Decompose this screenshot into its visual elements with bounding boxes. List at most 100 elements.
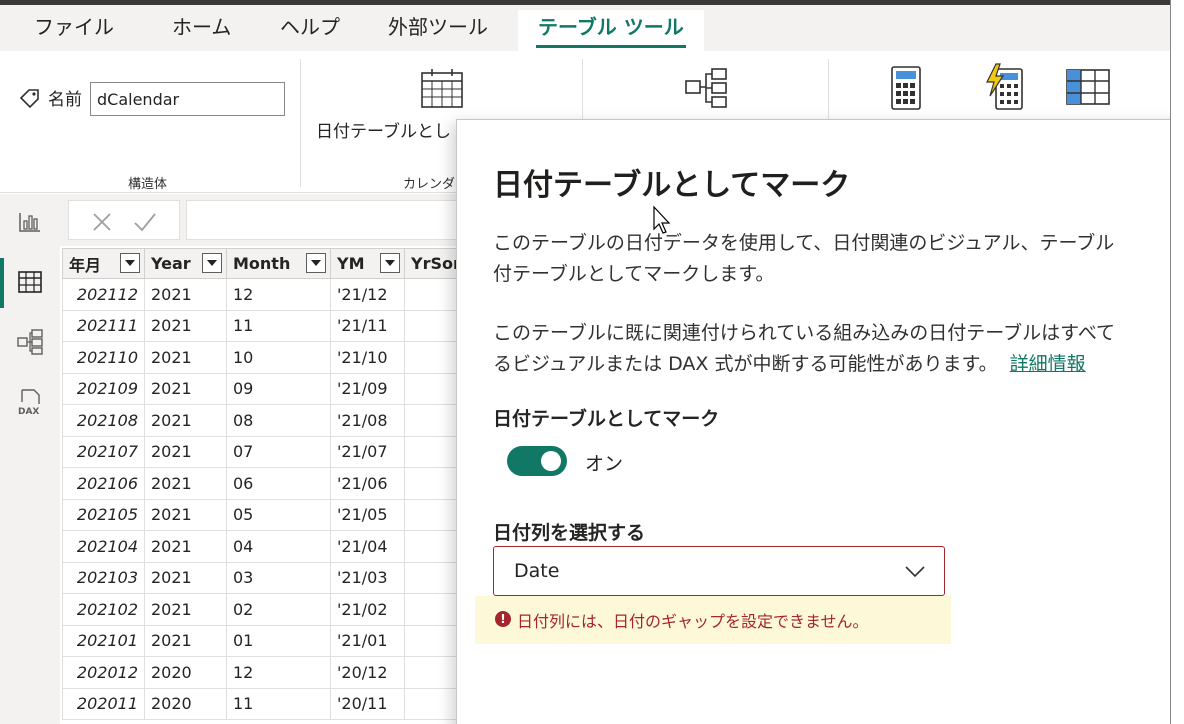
table-cell[interactable]: 2020: [144, 656, 227, 689]
table-icon[interactable]: [1066, 69, 1110, 105]
table-cell[interactable]: 2021: [144, 341, 227, 374]
table-cell[interactable]: 09: [226, 372, 331, 405]
model-view-button[interactable]: [8, 320, 52, 364]
table-cell[interactable]: 11: [226, 687, 331, 720]
table-cell[interactable]: '21/05: [330, 498, 405, 531]
table-cell[interactable]: '21/04: [330, 530, 405, 563]
table-cell[interactable]: 202106: [62, 467, 145, 500]
learn-more-link[interactable]: 詳細情報: [1010, 353, 1086, 375]
table-cell[interactable]: 11: [226, 309, 331, 342]
table-cell[interactable]: 202109: [62, 372, 145, 405]
table-cell[interactable]: [404, 341, 463, 374]
table-cell[interactable]: 08: [226, 404, 331, 437]
table-cell[interactable]: 03: [226, 561, 331, 594]
table-cell[interactable]: [404, 435, 463, 468]
table-cell[interactable]: [404, 530, 463, 563]
table-cell[interactable]: [404, 656, 463, 689]
table-cell[interactable]: 202105: [62, 498, 145, 531]
tab-table-tools[interactable]: テーブル ツール: [518, 10, 704, 51]
table-cell[interactable]: '21/10: [330, 341, 405, 374]
table-cell[interactable]: '21/12: [330, 278, 405, 311]
table-cell[interactable]: 202012: [62, 656, 145, 689]
table-cell[interactable]: '20/11: [330, 687, 405, 720]
table-name-input[interactable]: [90, 82, 285, 116]
table-cell[interactable]: 2020: [144, 687, 227, 720]
mark-as-date-table-toggle[interactable]: [507, 446, 567, 476]
tab-home[interactable]: ホーム: [172, 13, 231, 41]
hierarchy-icon[interactable]: [684, 67, 728, 109]
column-header[interactable]: YrSort: [404, 248, 463, 279]
checkmark-icon[interactable]: [133, 211, 157, 233]
quick-measure-icon[interactable]: [984, 63, 1026, 111]
tab-file[interactable]: ファイル: [34, 13, 114, 41]
column-header[interactable]: Month: [226, 248, 331, 279]
table-cell[interactable]: '21/02: [330, 593, 405, 626]
table-cell[interactable]: 2021: [144, 530, 227, 563]
table-cell[interactable]: '21/01: [330, 624, 405, 657]
table-cell[interactable]: 2021: [144, 278, 227, 311]
table-cell[interactable]: '21/11: [330, 309, 405, 342]
filter-dropdown-icon[interactable]: [202, 253, 222, 273]
table-cell[interactable]: 2021: [144, 561, 227, 594]
formula-input[interactable]: [186, 200, 476, 240]
table-cell[interactable]: '21/03: [330, 561, 405, 594]
filter-dropdown-icon[interactable]: [306, 253, 326, 273]
table-cell[interactable]: 2021: [144, 404, 227, 437]
table-cell[interactable]: 202104: [62, 530, 145, 563]
table-cell[interactable]: '21/08: [330, 404, 405, 437]
table-cell[interactable]: [404, 309, 463, 342]
table-cell[interactable]: 2021: [144, 467, 227, 500]
column-header[interactable]: Year: [144, 248, 227, 279]
data-view-button[interactable]: [8, 260, 52, 304]
table-cell[interactable]: 202107: [62, 435, 145, 468]
date-column-dropdown[interactable]: Date: [493, 546, 945, 596]
calendar-icon[interactable]: [420, 67, 464, 109]
tab-help[interactable]: ヘルプ: [280, 13, 340, 41]
report-view-button[interactable]: [8, 200, 52, 244]
table-cell[interactable]: '21/07: [330, 435, 405, 468]
table-cell[interactable]: 2021: [144, 498, 227, 531]
table-cell[interactable]: 02: [226, 593, 331, 626]
table-cell[interactable]: 2021: [144, 372, 227, 405]
table-cell[interactable]: 202111: [62, 309, 145, 342]
table-cell[interactable]: 202102: [62, 593, 145, 626]
table-cell[interactable]: 10: [226, 341, 331, 374]
table-cell[interactable]: 05: [226, 498, 331, 531]
calculator-icon[interactable]: [890, 65, 922, 111]
table-cell[interactable]: 07: [226, 435, 331, 468]
table-cell[interactable]: 06: [226, 467, 331, 500]
table-cell[interactable]: 202011: [62, 687, 145, 720]
table-cell[interactable]: '20/12: [330, 656, 405, 689]
table-cell[interactable]: 202108: [62, 404, 145, 437]
table-cell[interactable]: 12: [226, 656, 331, 689]
table-cell[interactable]: [404, 498, 463, 531]
table-cell[interactable]: [404, 624, 463, 657]
table-cell[interactable]: '21/06: [330, 467, 405, 500]
column-header[interactable]: 年月: [62, 248, 145, 279]
tab-external-tools[interactable]: 外部ツール: [388, 13, 488, 41]
table-cell[interactable]: 2021: [144, 435, 227, 468]
table-cell[interactable]: 2021: [144, 309, 227, 342]
table-cell[interactable]: [404, 404, 463, 437]
table-cell[interactable]: '21/09: [330, 372, 405, 405]
table-cell[interactable]: 04: [226, 530, 331, 563]
mark-as-date-table-button[interactable]: 日付テーブルとし: [316, 117, 451, 142]
dax-query-view-button[interactable]: DAX: [8, 380, 52, 424]
table-cell[interactable]: [404, 467, 463, 500]
filter-dropdown-icon[interactable]: [380, 253, 400, 273]
table-cell[interactable]: 2021: [144, 624, 227, 657]
table-cell[interactable]: 202110: [62, 341, 145, 374]
table-cell[interactable]: [404, 372, 463, 405]
table-cell[interactable]: [404, 687, 463, 720]
close-icon[interactable]: [91, 211, 113, 233]
table-cell[interactable]: 01: [226, 624, 331, 657]
filter-dropdown-icon[interactable]: [120, 253, 140, 273]
table-cell[interactable]: 202112: [62, 278, 145, 311]
table-cell[interactable]: [404, 593, 463, 626]
column-header[interactable]: YM: [330, 248, 405, 279]
table-cell[interactable]: [404, 278, 463, 311]
table-cell[interactable]: 202101: [62, 624, 145, 657]
table-cell[interactable]: 12: [226, 278, 331, 311]
table-cell[interactable]: 202103: [62, 561, 145, 594]
table-cell[interactable]: [404, 561, 463, 594]
